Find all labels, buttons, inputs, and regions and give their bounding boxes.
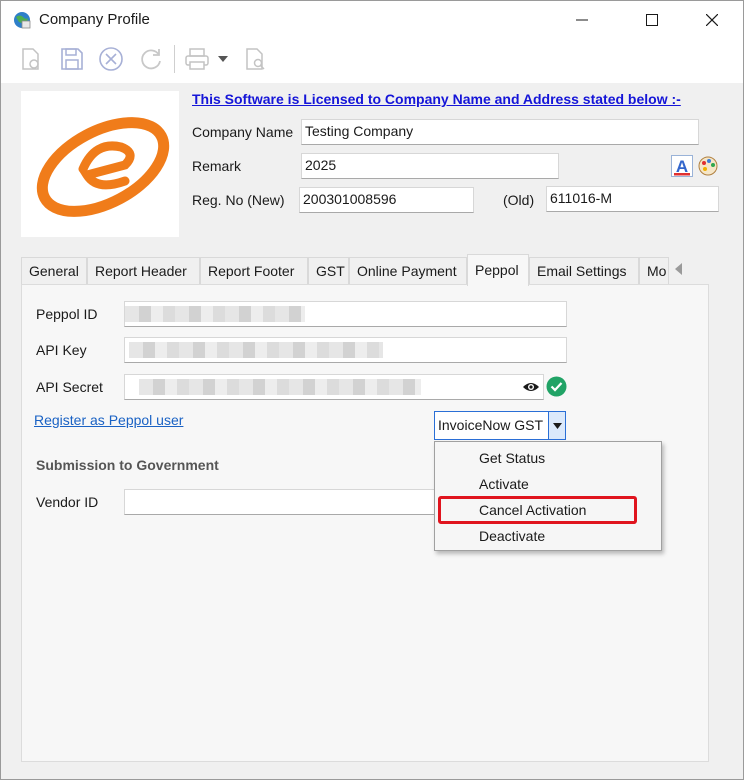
save-button[interactable]	[58, 45, 86, 73]
license-link[interactable]: This Software is Licensed to Company Nam…	[192, 91, 681, 107]
show-password-eye-icon[interactable]	[522, 380, 540, 394]
minimize-button[interactable]	[559, 1, 605, 39]
masked-value	[139, 379, 421, 395]
check-ok-icon	[546, 376, 567, 397]
submission-section-header: Submission to Government	[36, 457, 219, 473]
new-doc-button[interactable]	[17, 45, 45, 73]
api-secret-field[interactable]	[124, 374, 544, 400]
print-dropdown-button[interactable]	[214, 45, 232, 73]
cancel-icon	[99, 47, 123, 71]
company-name-label: Company Name	[192, 124, 294, 140]
preview-button[interactable]	[242, 45, 270, 73]
tab-strip: General Report Header Report Footer GST …	[21, 254, 709, 286]
tab-peppol[interactable]: Peppol	[467, 254, 529, 286]
tab-report-header[interactable]: Report Header	[87, 257, 200, 285]
dropdown-arrow-icon	[218, 56, 228, 62]
api-key-field[interactable]	[124, 337, 567, 363]
window-title: Company Profile	[39, 11, 150, 28]
vendor-id-label: Vendor ID	[36, 494, 99, 510]
tab-online-payment[interactable]: Online Payment	[349, 257, 467, 285]
tab-email-settings[interactable]: Email Settings	[529, 257, 639, 285]
remark-label: Remark	[192, 158, 242, 174]
masked-value	[129, 342, 383, 358]
toolbar	[1, 39, 743, 83]
highlight-box	[438, 496, 637, 524]
font-style-icon[interactable]: A	[671, 155, 693, 177]
tab-report-footer[interactable]: Report Footer	[200, 257, 308, 285]
peppol-id-label: Peppol ID	[36, 306, 98, 322]
submission-type-dropdown-button[interactable]	[548, 412, 565, 439]
reg-no-new-label: Reg. No (New)	[192, 192, 285, 208]
minimize-icon	[576, 19, 588, 21]
toolbar-separator	[174, 45, 175, 73]
new-doc-icon	[22, 48, 39, 70]
cancel-button[interactable]	[97, 45, 125, 73]
menu-item-deactivate[interactable]: Deactivate	[479, 528, 545, 544]
api-secret-label: API Secret	[36, 379, 103, 395]
print-icon	[185, 48, 209, 70]
maximize-button[interactable]	[629, 1, 675, 39]
print-button[interactable]	[183, 45, 211, 73]
submission-type-value: InvoiceNow GST	[438, 417, 544, 433]
save-icon	[61, 48, 83, 70]
reg-no-old-label: (Old)	[503, 192, 535, 208]
app-globe-icon	[14, 12, 31, 29]
reg-no-new-field[interactable]: 200301008596	[299, 187, 474, 213]
maximize-icon	[646, 14, 658, 26]
preview-icon	[246, 48, 265, 70]
tab-more[interactable]: Mo	[639, 257, 669, 285]
refresh-icon	[141, 49, 161, 70]
close-icon	[706, 14, 718, 26]
refresh-button[interactable]	[137, 45, 165, 73]
reg-no-old-field[interactable]: 611016-M	[546, 186, 719, 212]
company-profile-window: Company Profile This Software is License…	[0, 0, 744, 780]
menu-item-get-status[interactable]: Get Status	[479, 450, 545, 466]
masked-value	[125, 306, 305, 322]
company-name-field[interactable]: Testing Company	[301, 119, 699, 145]
remark-field[interactable]: 2025	[301, 153, 559, 179]
company-logo-box	[21, 91, 179, 237]
menu-item-activate[interactable]: Activate	[479, 476, 529, 492]
tab-scroll-left-icon[interactable]	[672, 261, 686, 277]
peppol-id-field[interactable]	[124, 301, 567, 327]
title-bar: Company Profile	[1, 1, 743, 39]
tab-gst[interactable]: GST	[308, 257, 349, 285]
api-key-label: API Key	[36, 342, 87, 358]
register-peppol-link[interactable]: Register as Peppol user	[34, 412, 183, 428]
tab-general[interactable]: General	[21, 257, 87, 285]
close-button[interactable]	[689, 1, 735, 39]
company-logo	[36, 117, 170, 217]
color-palette-icon[interactable]	[697, 155, 719, 177]
submission-type-select[interactable]: InvoiceNow GST	[434, 411, 566, 440]
chevron-down-icon	[552, 422, 562, 429]
